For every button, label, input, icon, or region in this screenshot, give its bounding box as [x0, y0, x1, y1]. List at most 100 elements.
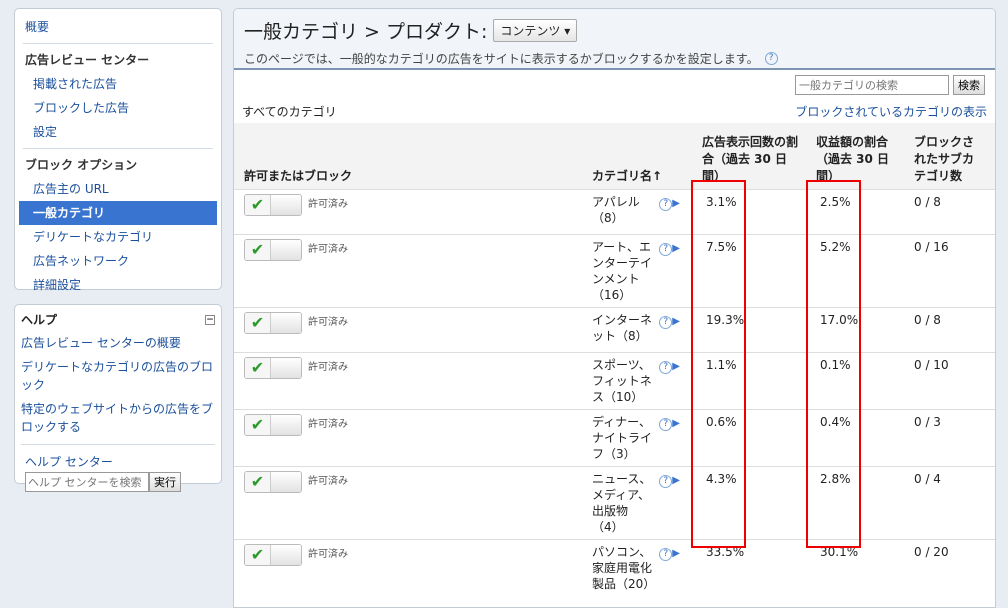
help-icon[interactable]: ?	[659, 242, 673, 256]
nav-overview[interactable]: 概要	[15, 15, 221, 39]
table-row: ✔ 許可済み インターネット（8）? ▶ 19.3% 17.0% 0 / 8	[234, 307, 995, 353]
impressions-value: 19.3%	[706, 312, 745, 327]
subcategory-count: 0 / 8	[914, 194, 941, 209]
table-row: ✔ 許可済み ニュース、メディア、出版物（4）? ▶ 4.3% 2.8% 0 / 4	[234, 466, 995, 540]
impressions-value: 3.1%	[706, 194, 737, 209]
help-icon[interactable]: ?	[659, 360, 673, 374]
allow-block-toggle[interactable]: ✔	[244, 470, 302, 493]
table-row: ✔ 許可済み アート、エンターテインメント（16）? ▶ 7.5% 5.2% 0 /…	[234, 234, 995, 308]
impressions-value: 0.6%	[706, 414, 737, 429]
main-panel: 一般カテゴリ > プロダクト: コンテンツ ▾ このページでは、一般的なカテゴリの…	[233, 8, 996, 608]
nav-item-general-categories[interactable]: 一般カテゴリ	[19, 201, 217, 225]
category-search-input[interactable]	[795, 75, 949, 95]
expand-arrow-icon[interactable]: ▶	[672, 418, 680, 429]
subcategory-count: 0 / 10	[914, 357, 949, 372]
category-name[interactable]: アート、エンターテインメント（16）	[592, 239, 652, 303]
subcategory-count: 0 / 16	[914, 239, 949, 254]
nav-item-published-ads[interactable]: 掲載された広告	[15, 72, 221, 96]
check-icon: ✔	[245, 414, 271, 435]
revenue-value: 2.5%	[820, 194, 851, 209]
category-name[interactable]: スポーツ、フィットネス（10）	[592, 357, 652, 405]
status-label: 許可済み	[308, 316, 348, 328]
subcategory-count: 0 / 20	[914, 544, 949, 559]
status-label: 許可済み	[308, 475, 348, 487]
subcategory-count: 0 / 3	[914, 414, 941, 429]
page-title: 一般カテゴリ > プロダクト:	[244, 21, 488, 43]
expand-arrow-icon[interactable]: ▶	[672, 361, 680, 372]
allow-block-toggle[interactable]: ✔	[244, 311, 302, 334]
expand-arrow-icon[interactable]: ▶	[672, 243, 680, 254]
toggle-handle	[271, 312, 301, 333]
revenue-value: 17.0%	[820, 312, 859, 327]
product-dropdown[interactable]: コンテンツ ▾	[493, 19, 578, 42]
impressions-value: 1.1%	[706, 357, 737, 372]
col-blocked-subcategories: ブロックされたサブカテゴリ数	[914, 134, 975, 183]
help-icon[interactable]: ?	[659, 315, 673, 329]
show-blocked-link[interactable]: ブロックされているカテゴリの表示	[795, 103, 987, 120]
subcategory-count: 0 / 8	[914, 312, 941, 327]
allow-block-toggle[interactable]: ✔	[244, 543, 302, 566]
table-row: ✔ 許可済み スポーツ、フィットネス（10）? ▶ 1.1% 0.1% 0 / 10	[234, 352, 995, 410]
check-icon: ✔	[245, 239, 271, 260]
impressions-value: 33.5%	[706, 544, 745, 559]
help-search-input[interactable]	[25, 472, 149, 492]
help-icon[interactable]: ?	[764, 52, 778, 65]
help-title: ヘルプ	[21, 313, 58, 327]
product-dropdown-value: コンテンツ	[500, 24, 561, 38]
help-link-sensitive[interactable]: デリケートなカテゴリの広告のブロック	[21, 358, 215, 394]
help-icon[interactable]: ?	[659, 547, 673, 561]
check-icon: ✔	[245, 544, 271, 565]
sidebar-nav: 概要 広告レビュー センター 掲載された広告 ブロックした広告 設定 ブロック …	[14, 8, 222, 292]
status-label: 許可済み	[308, 198, 348, 210]
revenue-value: 30.1%	[820, 544, 859, 559]
expand-arrow-icon[interactable]: ▶	[672, 548, 680, 559]
toggle-handle	[271, 239, 301, 260]
allow-block-toggle[interactable]: ✔	[244, 238, 302, 261]
check-icon: ✔	[245, 471, 271, 492]
table-row: ✔ 許可済み パソコン、家庭用電化製品（20）? ▶ 33.5% 30.1% 0 /…	[234, 539, 995, 607]
nav-item-blocked-ads[interactable]: ブロックした広告	[15, 96, 221, 120]
impressions-value: 7.5%	[706, 239, 737, 254]
category-name[interactable]: アパレル（8）	[592, 194, 652, 226]
help-icon[interactable]: ?	[659, 474, 673, 488]
collapse-icon[interactable]: −	[205, 314, 215, 325]
help-link-block-sites[interactable]: 特定のウェブサイトからの広告をブロックする	[21, 400, 215, 436]
col-impressions: 広告表示回数の割合（過去 30 日間）	[702, 134, 799, 183]
category-name[interactable]: ニュース、メディア、出版物（4）	[592, 471, 652, 535]
help-link-overview[interactable]: 広告レビュー センターの概要	[21, 334, 215, 352]
expand-arrow-icon[interactable]: ▶	[672, 475, 680, 486]
toggle-handle	[271, 357, 301, 378]
help-icon[interactable]: ?	[659, 417, 673, 431]
allow-block-toggle[interactable]: ✔	[244, 193, 302, 216]
col-category[interactable]: カテゴリ名	[592, 169, 652, 183]
check-icon: ✔	[245, 357, 271, 378]
toggle-handle	[271, 414, 301, 435]
page-description: このページでは、一般的なカテゴリの広告をサイトに表示するかブロックするかを設定し…	[244, 52, 759, 66]
nav-item-advanced[interactable]: 詳細設定	[15, 273, 221, 297]
table-row: ✔ 許可済み ディナー、ナイトライフ（3）? ▶ 0.6% 0.4% 0 / 3	[234, 409, 995, 467]
help-icon[interactable]: ?	[659, 197, 673, 211]
allow-block-toggle[interactable]: ✔	[244, 413, 302, 436]
chevron-down-icon: ▾	[564, 24, 571, 38]
allow-block-toggle[interactable]: ✔	[244, 356, 302, 379]
help-go-button[interactable]: 実行	[149, 472, 181, 492]
revenue-value: 5.2%	[820, 239, 851, 254]
help-center-link[interactable]: ヘルプ センター	[21, 453, 215, 470]
check-icon: ✔	[245, 312, 271, 333]
sort-asc-icon[interactable]: ↑	[652, 169, 662, 183]
revenue-value: 2.8%	[820, 471, 851, 486]
nav-item-sensitive-categories[interactable]: デリケートなカテゴリ	[15, 225, 221, 249]
toggle-handle	[271, 194, 301, 215]
search-button[interactable]: 検索	[953, 75, 985, 95]
category-name[interactable]: インターネット（8）	[592, 312, 652, 344]
nav-item-ad-networks[interactable]: 広告ネットワーク	[15, 249, 221, 273]
expand-arrow-icon[interactable]: ▶	[672, 316, 680, 327]
expand-arrow-icon[interactable]: ▶	[672, 198, 680, 209]
category-name[interactable]: ディナー、ナイトライフ（3）	[592, 414, 652, 462]
nav-item-settings[interactable]: 設定	[15, 120, 221, 144]
status-label: 許可済み	[308, 418, 348, 430]
nav-item-advertiser-url[interactable]: 広告主の URL	[15, 177, 221, 201]
category-name[interactable]: パソコン、家庭用電化製品（20）	[592, 544, 655, 592]
check-icon: ✔	[245, 194, 271, 215]
help-panel: ヘルプ − 広告レビュー センターの概要 デリケートなカテゴリの広告のブロック 特…	[14, 304, 222, 492]
